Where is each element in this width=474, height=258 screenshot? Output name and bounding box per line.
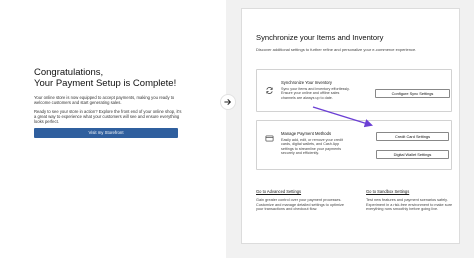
settings-title: Synchronize your Items and Inventory (256, 33, 384, 42)
settings-subtitle: Discover additional settings to further … (256, 47, 417, 52)
completion-title-line2: Your Payment Setup is Complete! (34, 78, 177, 89)
arrow-right-icon (224, 99, 231, 105)
sandbox-settings-link[interactable]: Go to Sandbox Settings (366, 189, 409, 194)
sandbox-settings-description: Test new features and payment scenarios … (366, 198, 453, 211)
sync-inventory-section: Synchronize Your Inventory Sync your ite… (256, 69, 452, 112)
configure-sync-button[interactable]: Configure Sync Settings (375, 89, 450, 98)
credit-card-settings-button[interactable]: Credit Card Settings (376, 132, 449, 141)
completion-title-line1: Congratulations, (34, 67, 104, 78)
digital-wallet-settings-button[interactable]: Digital Wallet Settings (376, 150, 449, 159)
sync-icon (266, 87, 273, 94)
completion-panel: Congratulations, Your Payment Setup is C… (0, 0, 226, 258)
settings-card: Synchronize your Items and Inventory Dis… (241, 8, 460, 244)
credit-card-icon (265, 135, 274, 142)
completion-paragraph-2: Ready to see your store in action? Explo… (34, 109, 182, 124)
sync-heading: Synchronize Your Inventory (281, 80, 332, 85)
sync-description: Sync your items and inventory effortless… (281, 87, 350, 100)
visit-storefront-button[interactable]: Visit my Storefront (34, 128, 178, 138)
next-arrow-button[interactable] (220, 94, 236, 110)
completion-body: Your online store is now equipped to acc… (34, 95, 184, 128)
completion-title: Congratulations, Your Payment Setup is C… (34, 67, 204, 89)
payments-heading: Manage Payment Methods (281, 131, 332, 136)
payments-description: Easily add, edit, or remove your credit … (281, 138, 343, 156)
completion-paragraph-1: Your online store is now equipped to acc… (34, 95, 175, 105)
payment-methods-section: Manage Payment Methods Easily add, edit,… (256, 120, 452, 170)
advanced-settings-description: Gain greater control over your payment p… (256, 198, 345, 211)
advanced-settings-link[interactable]: Go to Advanced Settings (256, 189, 301, 194)
